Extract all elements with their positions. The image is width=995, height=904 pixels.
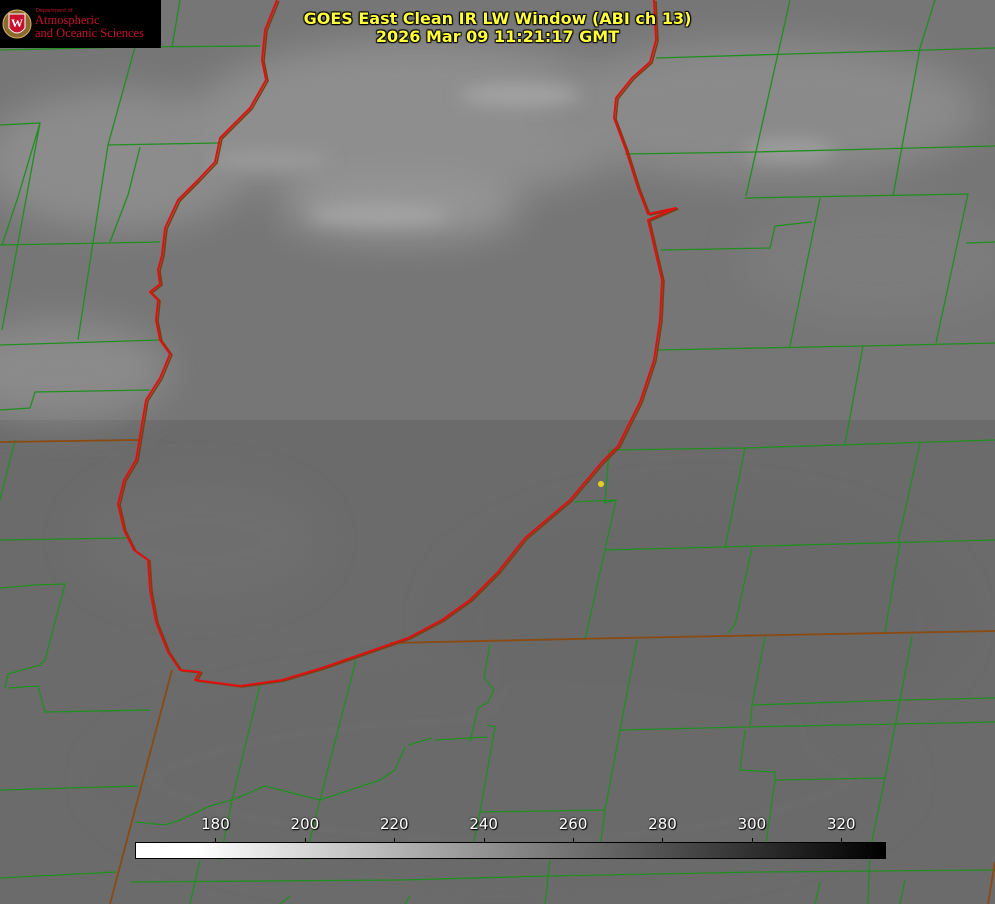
location-marker <box>598 481 604 487</box>
colorbar-tick <box>573 838 575 843</box>
colorbar-tick <box>394 838 396 843</box>
colorbar-tick-label: 300 <box>737 815 767 833</box>
colorbar-tick-label: 280 <box>648 815 677 833</box>
colorbar <box>135 842 886 859</box>
colorbar-tick-label: 240 <box>469 815 498 833</box>
colorbar-tick <box>304 838 306 843</box>
image-title: GOES East Clean IR LW Window (ABI ch 13)… <box>0 10 995 46</box>
product-title: GOES East Clean IR LW Window (ABI ch 13) <box>303 9 692 28</box>
colorbar-tick <box>751 838 753 843</box>
colorbar-tick <box>841 838 843 843</box>
colorbar-tick <box>483 838 485 843</box>
colorbar-tick-label: 260 <box>558 815 588 833</box>
colorbar-tick-label: 180 <box>201 815 230 833</box>
satellite-image-viewer: W Department of Atmospheric and Oceanic … <box>0 0 995 904</box>
colorbar-tick <box>662 838 664 843</box>
satellite-map <box>0 0 995 904</box>
colorbar-tick-label: 200 <box>290 815 320 833</box>
colorbar-tick <box>215 838 217 843</box>
colorbar-tick-label: 220 <box>379 815 409 833</box>
colorbar-tick-label: 320 <box>826 815 856 833</box>
timestamp: 2026 Mar 09 11:21:17 GMT <box>375 27 620 46</box>
